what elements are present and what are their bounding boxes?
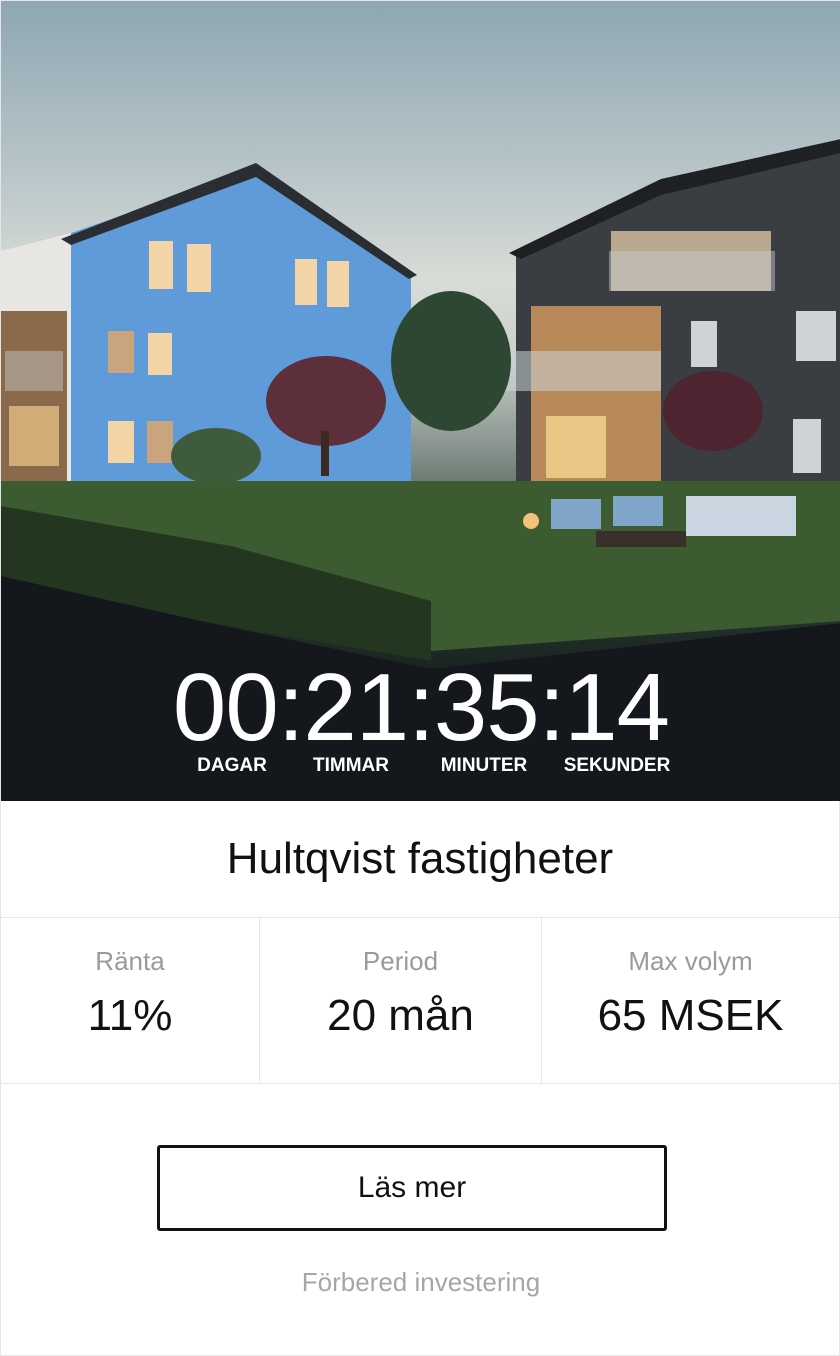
countdown-label-minutes: MINUTER [440,755,528,776]
countdown-label-seconds: SEKUNDER [563,755,671,776]
prepare-investment-link[interactable]: Förbered investering [1,1267,840,1298]
stat-label: Max volym [628,946,753,976]
stat-label: Ränta [95,946,165,976]
stats-row: Ränta 11% Period 20 mån Max volym 65 MSE… [1,918,839,1084]
project-card: 00:21:35:14 DAGAR TIMMAR MINUTER SEKUNDE… [0,0,840,1356]
project-title: Hultqvist fastigheter [1,801,839,918]
countdown-timer: 00:21:35:14 [172,654,670,761]
stat-label: Period [362,946,439,976]
read-more-button[interactable]: Läs mer [157,1145,667,1231]
countdown-labels: DAGAR TIMMAR MINUTER SEKUNDER [1,755,840,779]
stat-max-volume: Max volym 65 MSEK [542,918,839,1083]
stat-period: Period 20 mån [260,918,542,1083]
countdown-label-hours: TIMMAR [313,755,389,776]
countdown-label-days: DAGAR [197,755,267,776]
stat-value: 20 mån [327,991,474,1040]
stat-value: 11% [87,991,173,1040]
stat-value: 65 MSEK [597,991,784,1040]
stat-interest: Ränta 11% [1,918,260,1083]
hero-image: 00:21:35:14 DAGAR TIMMAR MINUTER SEKUNDE… [1,1,840,801]
